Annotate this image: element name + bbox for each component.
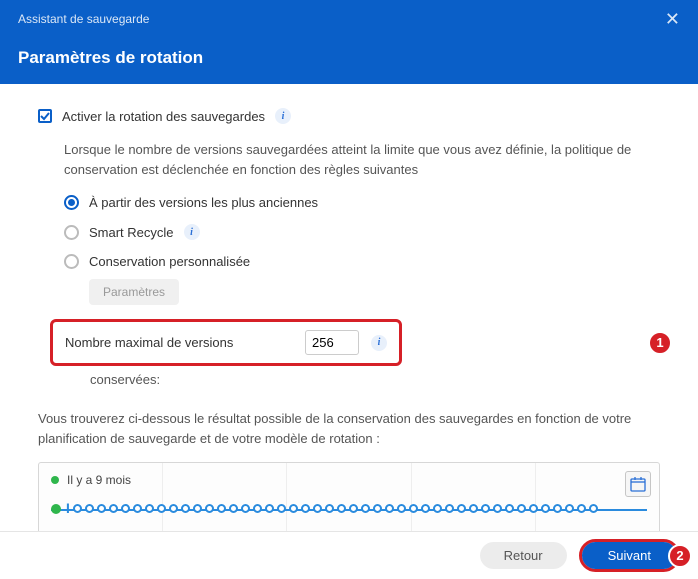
timeline-start-dot <box>51 504 61 514</box>
max-versions-label: Nombre maximal de versions <box>65 335 293 350</box>
max-versions-input[interactable] <box>305 330 359 355</box>
custom-settings-button: Paramètres <box>89 279 179 305</box>
conserved-label: conservées: <box>64 372 660 387</box>
page-title: Paramètres de rotation <box>18 48 680 68</box>
timeline-description: Vous trouverez ci-dessous le résultat po… <box>38 409 660 448</box>
enable-rotation-checkbox[interactable] <box>38 109 52 123</box>
radio-smart-recycle[interactable]: Smart Recycle i <box>64 224 660 240</box>
wizard-header: Assistant de sauvegarde ✕ Paramètres de … <box>0 0 698 84</box>
rotation-description: Lorsque le nombre de versions sauvegardé… <box>38 140 660 179</box>
wizard-footer: Retour Suivant 2 <box>0 531 698 579</box>
max-versions-highlight: Nombre maximal de versions i 1 <box>50 319 660 366</box>
assistant-label: Assistant de sauvegarde <box>18 12 149 26</box>
timeline-cluster-icon: ||| <box>66 503 68 514</box>
radio-label: À partir des versions les plus anciennes <box>89 195 318 210</box>
timeline-anchor-dot-icon <box>51 476 59 484</box>
enable-rotation-row[interactable]: Activer la rotation des sauvegardes i <box>38 108 660 124</box>
enable-rotation-label: Activer la rotation des sauvegardes <box>62 109 265 124</box>
info-icon[interactable]: i <box>371 335 387 351</box>
info-icon[interactable]: i <box>275 108 291 124</box>
retention-timeline: Il y a 9 mois ||| <box>38 462 660 535</box>
radio-label: Smart Recycle <box>89 225 174 240</box>
check-icon <box>40 111 50 121</box>
next-button[interactable]: Suivant <box>582 542 677 569</box>
timeline-label: Il y a 9 mois <box>67 473 131 487</box>
content-area: Activer la rotation des sauvegardes i Lo… <box>0 84 698 535</box>
radio-icon <box>64 225 79 240</box>
radio-icon <box>64 254 79 269</box>
retention-radio-group: À partir des versions les plus anciennes… <box>38 195 660 387</box>
back-button[interactable]: Retour <box>480 542 567 569</box>
radio-oldest-first[interactable]: À partir des versions les plus anciennes <box>64 195 660 210</box>
timeline-track: ||| <box>51 503 647 514</box>
callout-marker-2: 2 <box>668 544 692 568</box>
radio-icon <box>64 195 79 210</box>
callout-marker-1: 1 <box>648 331 672 355</box>
radio-custom[interactable]: Conservation personnalisée <box>64 254 660 269</box>
close-icon[interactable]: ✕ <box>665 10 680 28</box>
info-icon[interactable]: i <box>184 224 200 240</box>
radio-label: Conservation personnalisée <box>89 254 250 269</box>
next-button-highlight: Suivant 2 <box>579 539 680 572</box>
